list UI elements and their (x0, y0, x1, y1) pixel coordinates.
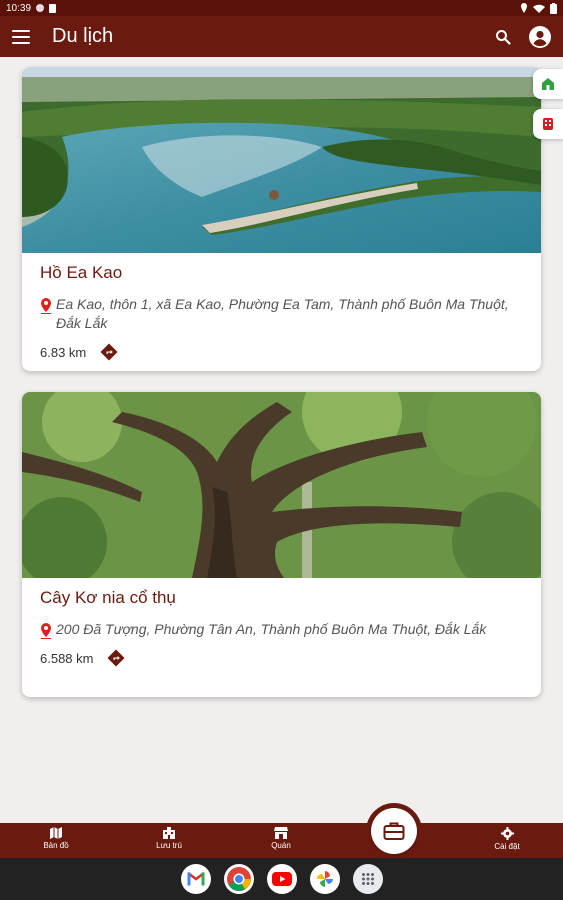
nav-map[interactable]: Bản đồ (21, 827, 91, 850)
bottom-navigation: Bản đồ Lưu trú Quán Cài đặt (0, 803, 563, 859)
wifi-icon (533, 4, 545, 13)
store-icon (274, 827, 288, 839)
battery-icon (550, 2, 557, 14)
location-pin-icon (41, 298, 51, 314)
status-bar: 10:39 (0, 0, 563, 16)
page-title: Du lịch (52, 25, 114, 47)
menu-icon[interactable] (12, 29, 30, 44)
nav-settings[interactable]: Cài đặt (472, 827, 542, 851)
place-photo-lake (22, 67, 541, 253)
photos-icon[interactable] (309, 864, 340, 894)
directions-icon[interactable] (100, 343, 118, 361)
side-building-tab[interactable] (533, 109, 563, 139)
gmail-icon[interactable] (180, 864, 211, 894)
nav-label: Bản đồ (43, 841, 69, 850)
place-list: Hồ Ea Kao Ea Kao, thôn 1, xã Ea Kao, Phư… (0, 57, 563, 823)
place-name: Cây Kơ nia cổ thụ (40, 588, 176, 607)
directions-icon[interactable] (107, 649, 125, 667)
chrome-icon[interactable] (223, 864, 254, 894)
gear-icon (500, 827, 514, 840)
briefcase-icon (383, 822, 405, 840)
nav-label: Lưu trú (156, 841, 182, 850)
home-icon (542, 78, 554, 90)
nav-accommodation[interactable]: Lưu trú (134, 827, 204, 850)
apps-icon[interactable] (352, 864, 383, 894)
youtube-icon[interactable] (266, 864, 297, 894)
system-dock (0, 858, 563, 900)
nav-label: Quán (271, 841, 291, 850)
location-pin-icon (41, 623, 51, 639)
place-distance: 6.588 km (40, 650, 94, 666)
place-photo-tree (22, 392, 541, 578)
status-time: 10:39 (6, 2, 32, 14)
center-action-button[interactable] (371, 808, 417, 854)
building-icon (543, 118, 553, 130)
place-card-cay-ko-nia[interactable]: Cây Kơ nia cổ thụ 200 Đã Tượng, Phường T… (22, 392, 541, 697)
nav-shops[interactable]: Quán (246, 827, 316, 850)
map-icon (50, 827, 62, 839)
place-distance: 6.83 km (40, 344, 87, 360)
location-icon (521, 3, 527, 13)
place-address: 200 Đã Tượng, Phường Tân An, Thành phố B… (56, 621, 487, 637)
search-icon[interactable] (495, 29, 511, 45)
side-home-tab[interactable] (533, 69, 563, 99)
sim-icon (49, 3, 57, 13)
place-address: Ea Kao, thôn 1, xã Ea Kao, Phường Ea Tam… (56, 296, 509, 331)
app-bar: Du lịch (0, 16, 563, 57)
notification-icon (36, 4, 45, 12)
account-icon[interactable] (529, 25, 551, 48)
place-card-ho-ea-kao[interactable]: Hồ Ea Kao Ea Kao, thôn 1, xã Ea Kao, Phư… (22, 67, 541, 371)
hotel-icon (163, 827, 175, 839)
nav-label: Cài đặt (494, 842, 520, 851)
place-name: Hồ Ea Kao (40, 263, 123, 282)
